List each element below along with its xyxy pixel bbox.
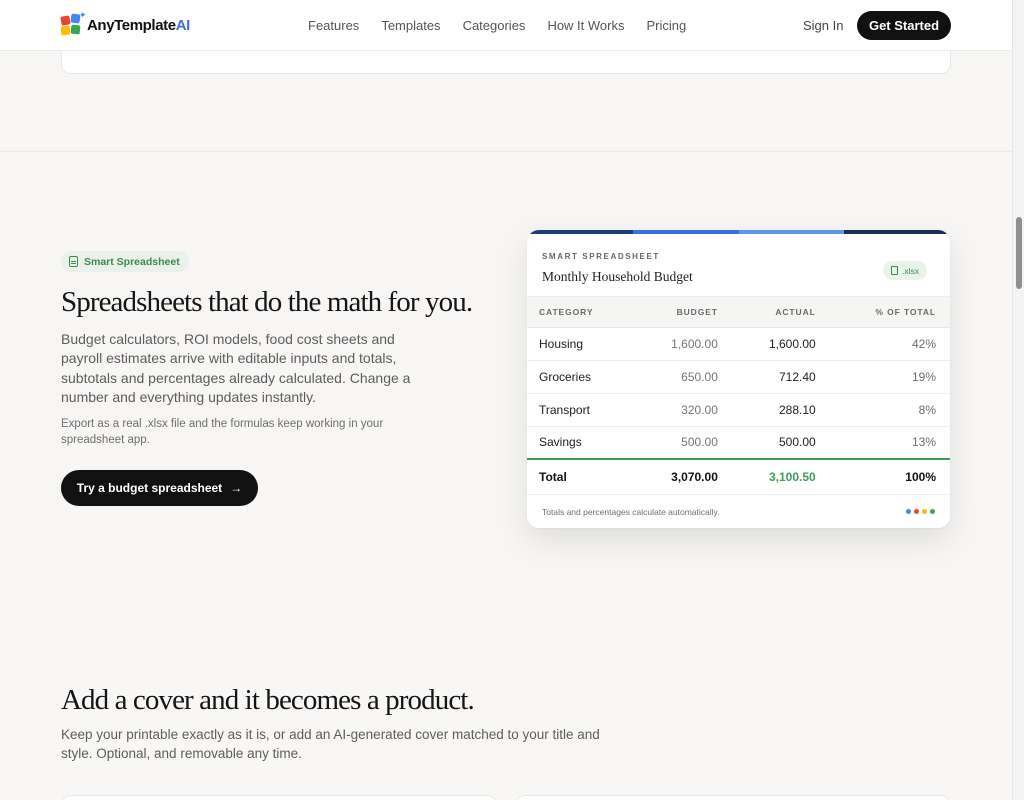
table-row: Savings 500.00 500.00 13% [527,426,950,460]
button-label: Try a budget spreadsheet [76,481,223,495]
badge-label: Smart Spreadsheet [84,255,180,268]
column-header-pct: % OF TOTAL [829,297,950,328]
cell-budget[interactable]: 320.00 [634,393,732,427]
dot [930,508,935,514]
top-nav: ✦ AnyTemplateAI Features Templates Categ… [0,0,1012,51]
brand-name: AnyTemplateAI [87,16,190,34]
total-actual: 3,100.50 [731,458,830,495]
spreadsheet-icon [69,256,78,267]
nav-link-templates[interactable]: Templates [381,18,440,33]
cell-category: Savings [527,426,635,460]
cell-category: Transport [527,393,635,427]
table-row: Transport 320.00 288.10 8% [527,393,950,427]
scrollbar-thumb[interactable] [1016,217,1022,289]
arrow-right-icon: → [230,481,243,495]
cell-actual[interactable]: 288.10 [731,393,830,427]
cell-category: Housing [527,327,635,361]
nav-link-categories[interactable]: Categories [463,18,526,33]
table-total-row: Total 3,070.00 3,100.50 100% [527,458,950,495]
cell-actual[interactable]: 500.00 [731,426,830,460]
total-budget: 3,070.00 [634,458,732,495]
dot [914,508,919,514]
try-budget-spreadsheet-button[interactable]: Try a budget spreadsheet → [61,470,258,506]
cell-pct: 19% [829,360,950,394]
cover-heading: Add a cover and it becomes a product. [61,684,475,716]
table-header-row: CATEGORY BUDGET ACTUAL % OF TOTAL [527,297,950,328]
sheet-header: SMART SPREADSHEET Monthly Household Budg… [527,234,950,297]
cell-budget[interactable]: 1,600.00 [634,327,732,361]
page-scrollbar[interactable] [1012,0,1024,800]
sheet-footer: Totals and percentages calculate automat… [527,495,950,527]
sheet-kicker: SMART SPREADSHEET [542,252,660,261]
cell-actual[interactable]: 1,600.00 [731,327,830,361]
xlsx-badge: .xlsx [883,261,927,280]
sheet-title: Monthly Household Budget [542,269,693,284]
nav-link-pricing[interactable]: Pricing [647,18,687,33]
column-header-actual: ACTUAL [731,297,830,328]
nav-links: Features Templates Categories How It Wor… [308,18,708,33]
section-note: Export as a real .xlsx file and the form… [61,418,384,446]
column-header-category: CATEGORY [527,297,635,328]
dot [906,508,911,514]
column-header-budget: BUDGET [634,297,732,328]
brand-dots [906,508,935,514]
section-heading: Spreadsheets that do the math for you. [61,286,473,318]
dot [922,508,927,514]
budget-table: CATEGORY BUDGET ACTUAL % OF TOTAL Housin… [527,297,950,495]
section-body: Budget calculators, ROI models, food cos… [61,331,411,406]
cell-pct: 13% [829,426,950,460]
cell-pct: 8% [829,393,950,427]
xlsx-label: .xlsx [902,265,919,276]
sign-in-link[interactable]: Sign In [803,18,843,33]
spreadsheet-preview-card: SMART SPREADSHEET Monthly Household Budg… [527,230,950,528]
total-label: Total [527,458,635,495]
total-pct: 100% [829,458,950,495]
cover-card-right [515,795,951,800]
get-started-button[interactable]: Get Started [857,11,951,40]
logo-icon: ✦ [60,10,87,37]
file-icon [891,266,898,275]
table-row: Housing 1,600.00 1,600.00 42% [527,327,950,361]
smart-spreadsheet-badge: Smart Spreadsheet [61,251,189,272]
cell-budget[interactable]: 500.00 [634,426,732,460]
brand-logo[interactable]: ✦ AnyTemplateAI [60,10,190,37]
cover-card-left [61,795,497,800]
nav-link-how-it-works[interactable]: How It Works [547,18,624,33]
section-divider [0,151,1012,152]
footer-note: Totals and percentages calculate automat… [542,506,720,517]
cell-pct: 42% [829,327,950,361]
nav-link-features[interactable]: Features [308,18,359,33]
cover-body: Keep your printable exactly as it is, or… [61,727,600,762]
cell-budget[interactable]: 650.00 [634,360,732,394]
table-row: Groceries 650.00 712.40 19% [527,360,950,394]
cell-actual[interactable]: 712.40 [731,360,830,394]
cell-category: Groceries [527,360,635,394]
